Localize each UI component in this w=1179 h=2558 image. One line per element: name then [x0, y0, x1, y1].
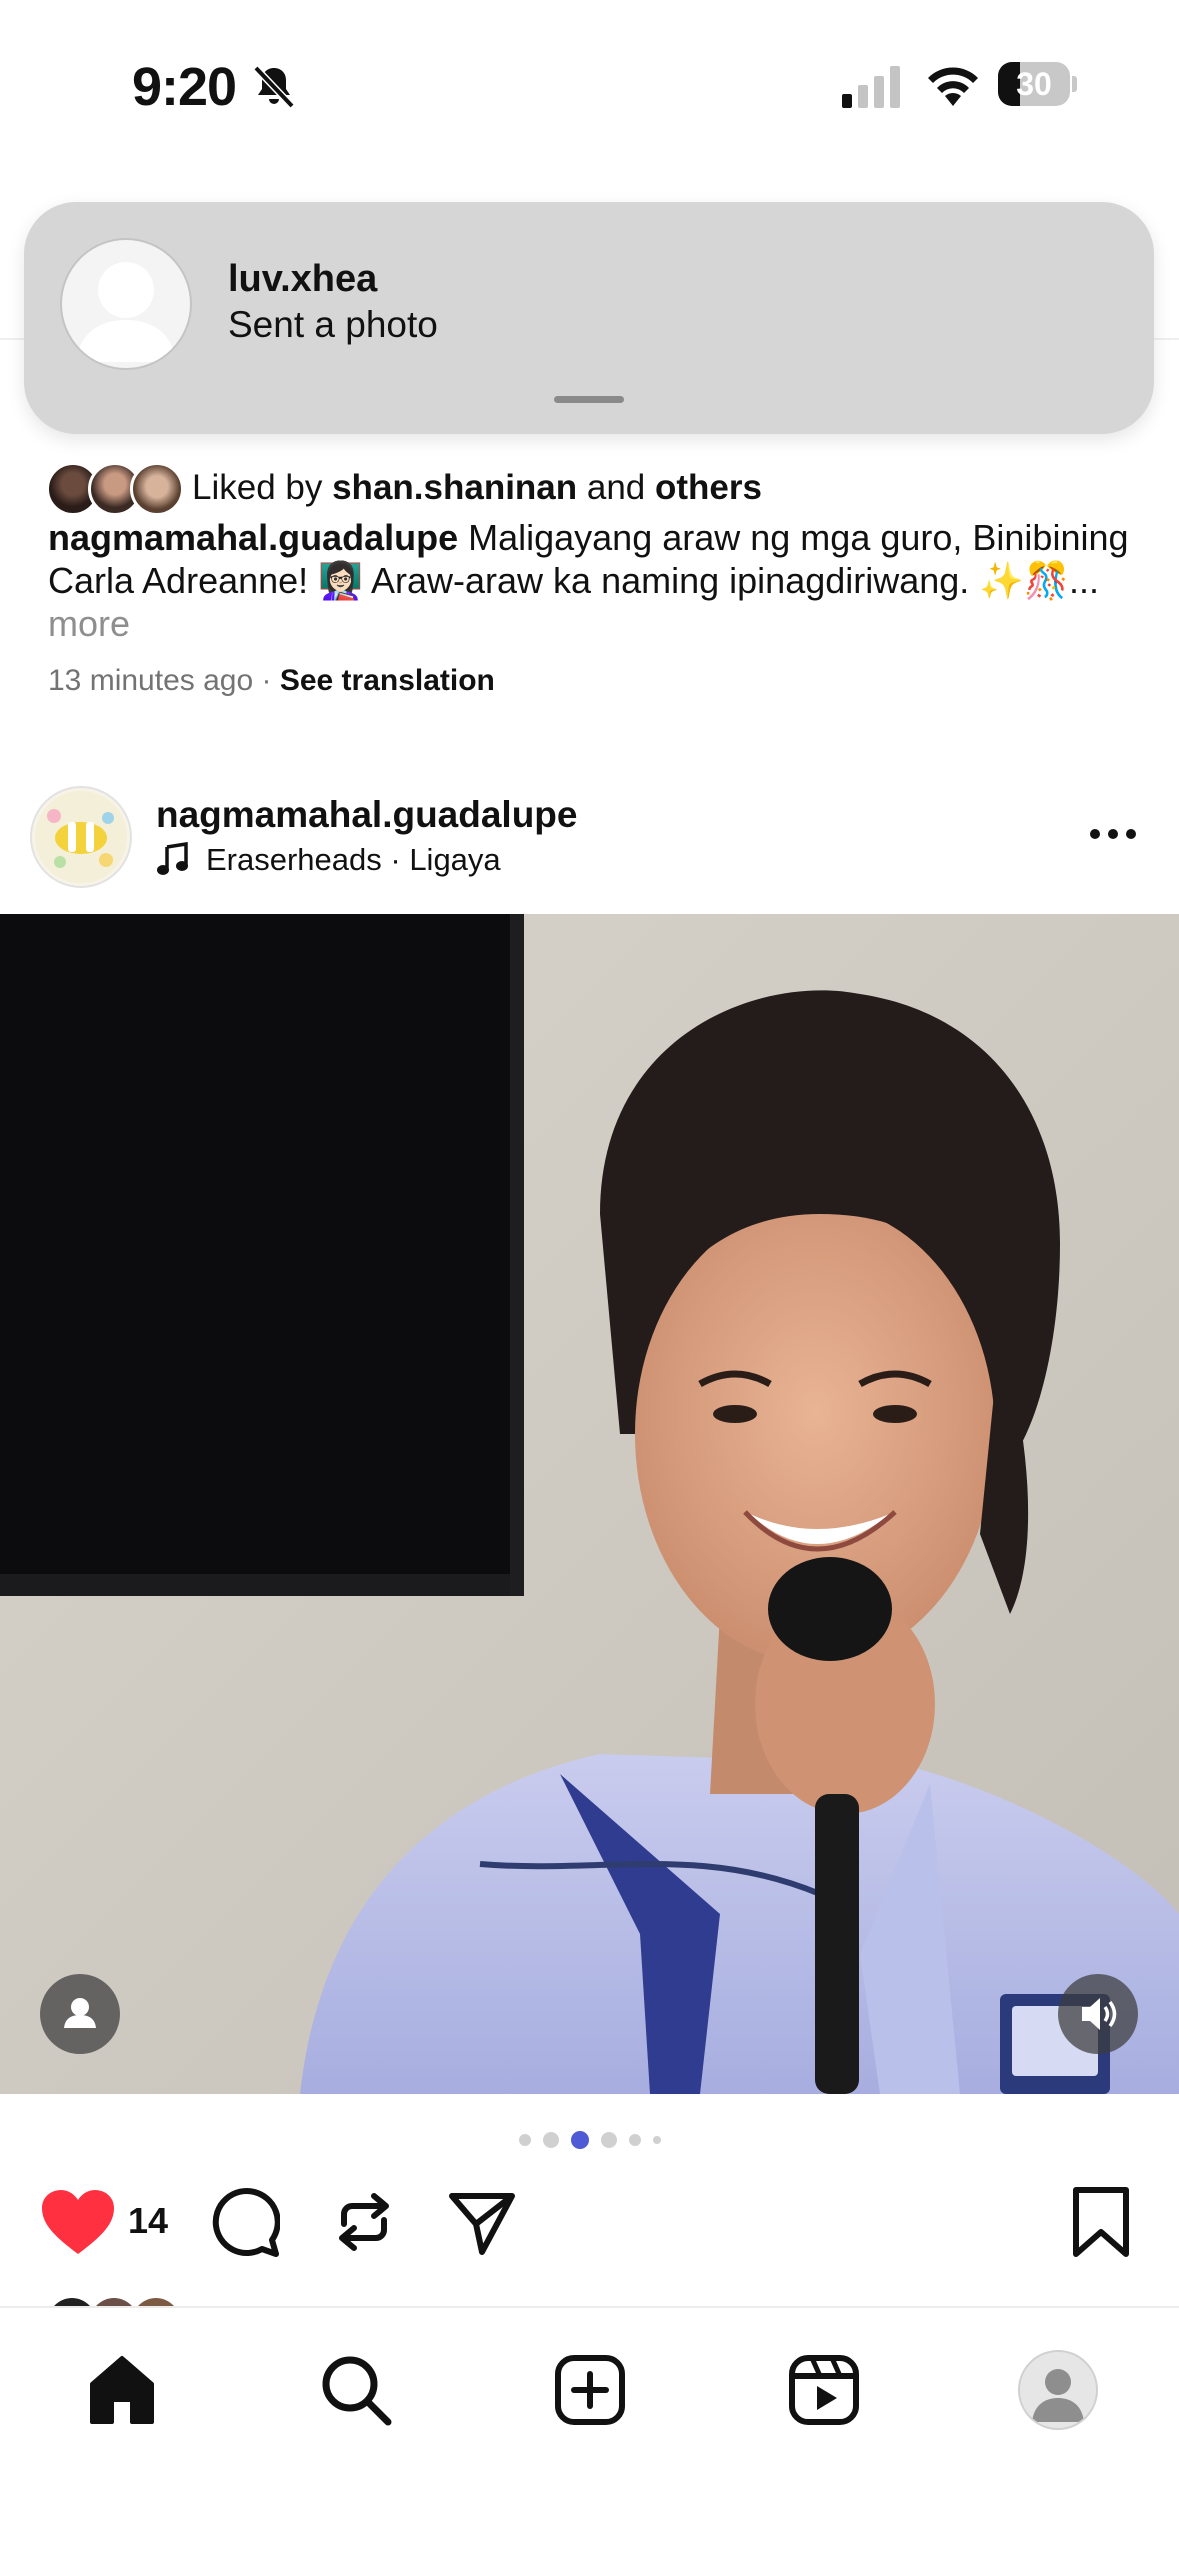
caption-more-link[interactable]: more	[48, 603, 130, 644]
wifi-icon	[928, 67, 978, 106]
status-time: 9:20	[132, 57, 237, 117]
post-author-avatar[interactable]	[30, 786, 132, 888]
carousel-dot	[542, 2132, 559, 2148]
carousel-dot	[518, 2134, 531, 2146]
volume-button[interactable]	[1058, 1974, 1138, 2054]
battery-indicator: 30	[998, 62, 1078, 106]
bottom-tab-bar	[0, 2306, 1179, 2558]
bell-muted-icon	[253, 65, 295, 109]
post-author-username[interactable]: nagmamahal.guadalupe	[156, 794, 578, 836]
message-notification-banner[interactable]: luv.xhea Sent a photo	[24, 202, 1154, 434]
search-icon[interactable]	[316, 2350, 396, 2430]
profile-person-icon	[1032, 2369, 1084, 2422]
bookmark-icon[interactable]	[1068, 2186, 1134, 2258]
liked-by-text[interactable]: Liked by shan.shaninan and others	[192, 468, 762, 508]
liked-by-prefix: Liked by	[192, 468, 333, 507]
carousel-dot	[570, 2131, 589, 2149]
battery-percent: 30	[1016, 66, 1052, 102]
comment-icon[interactable]	[208, 2186, 280, 2258]
see-translation-link[interactable]: See translation	[280, 664, 495, 697]
post-meta: 13 minutes ago · See translation	[48, 664, 495, 698]
profile-avatar[interactable]	[1018, 2350, 1098, 2430]
liked-by-avatars	[46, 462, 186, 518]
carousel-dot	[600, 2132, 617, 2148]
notification-username: luv.xhea	[228, 258, 378, 300]
like-count[interactable]: 14	[128, 2200, 168, 2242]
caption-ellipsis: ...	[1068, 560, 1099, 601]
like-heart-icon[interactable]	[40, 2188, 116, 2256]
liked-by-others[interactable]: others	[655, 468, 762, 507]
carousel-dot	[652, 2136, 661, 2144]
post-photo[interactable]	[0, 914, 1179, 2094]
notification-avatar	[60, 238, 192, 370]
more-options-icon[interactable]	[1086, 818, 1140, 850]
person-icon	[64, 1998, 96, 2028]
music-note-icon	[157, 842, 188, 875]
liked-by-and: and	[577, 468, 656, 507]
create-post-icon[interactable]	[550, 2350, 630, 2430]
caption-username[interactable]: nagmamahal.guadalupe	[48, 517, 458, 558]
tagged-people-button[interactable]	[40, 1974, 120, 2054]
send-icon[interactable]	[446, 2186, 518, 2258]
notification-drag-handle[interactable]	[554, 396, 624, 403]
school-logo-icon	[35, 791, 127, 883]
default-avatar-icon	[76, 262, 176, 362]
speaker-icon	[1082, 1998, 1117, 2030]
carousel-dot	[628, 2134, 641, 2146]
photo-student-with-microphone	[0, 914, 1179, 2094]
liked-by-username[interactable]: shan.shaninan	[332, 468, 577, 507]
meta-separator: ·	[253, 664, 280, 697]
carousel-indicator	[0, 2120, 1179, 2160]
reels-icon[interactable]	[784, 2350, 864, 2430]
post-caption: nagmamahal.guadalupe Maligayang araw ng …	[48, 516, 1138, 645]
cellular-signal-icon	[842, 66, 900, 108]
home-icon[interactable]	[82, 2350, 162, 2430]
notification-message: Sent a photo	[228, 304, 438, 345]
post-time-ago: 13 minutes ago	[48, 664, 254, 697]
post-music-track[interactable]: Eraserheads · Ligaya	[206, 842, 501, 878]
repost-icon[interactable]	[328, 2186, 400, 2258]
